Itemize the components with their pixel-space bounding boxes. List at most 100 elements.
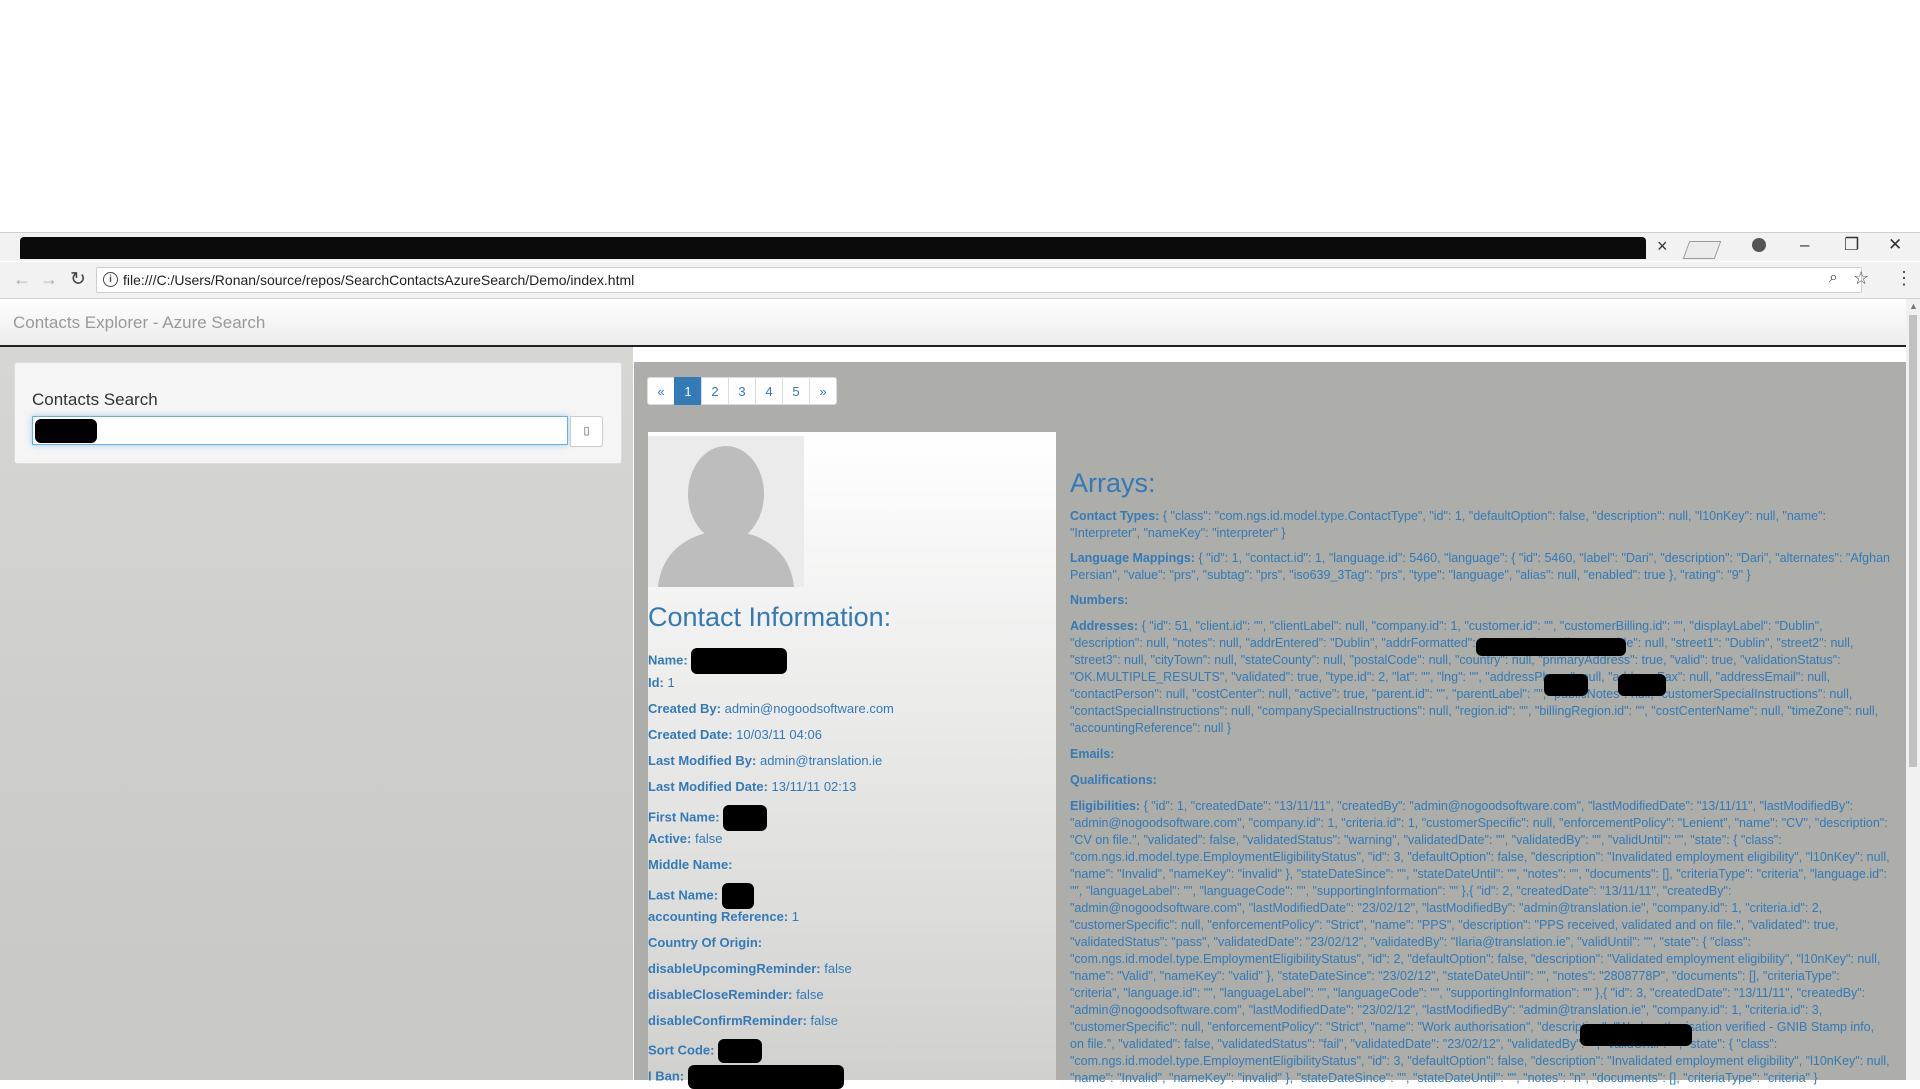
browser-tab-redacted[interactable] xyxy=(20,237,1646,259)
search-title: Contacts Search xyxy=(32,390,158,409)
field-label: First Name: xyxy=(648,809,720,825)
browser-tab-strip: × – ❐ ✕ xyxy=(0,232,1920,261)
field-label: Last Modified Date: xyxy=(648,779,768,794)
field-label: disableConfirmReminder: xyxy=(648,1013,807,1028)
field-value: false xyxy=(796,987,824,1002)
field-label: Country Of Origin: xyxy=(648,935,763,950)
field-value: 1 xyxy=(667,675,675,690)
results-area: «1 2 3 4 5» Contact Information: Name: Id: 1… xyxy=(634,362,1906,1089)
field-label: disableUpcomingReminder: xyxy=(648,961,821,976)
reload-icon[interactable]: ↻ xyxy=(70,268,86,291)
array-label: Eligibilities: xyxy=(1070,799,1141,813)
profile-icon[interactable] xyxy=(1752,238,1766,252)
scroll-up-icon[interactable]: ▲ xyxy=(1909,301,1918,311)
redacted-validated-by xyxy=(1580,1024,1692,1046)
field-label: Middle Name: xyxy=(648,857,733,872)
field-value: admin@translation.ie xyxy=(759,753,883,768)
person-silhouette-icon xyxy=(648,436,804,587)
navbar-brand[interactable]: Contacts Explorer - Azure Search xyxy=(13,313,265,333)
forward-arrow-icon[interactable]: → xyxy=(40,269,58,290)
zoom-icon[interactable]: ⌕ xyxy=(1829,269,1838,287)
field-disable-close-reminder: disableCloseReminder: false xyxy=(648,987,824,1002)
pagination-page[interactable]: 5 xyxy=(782,377,810,405)
url-text[interactable]: file:///C:/Users/Ronan/source/repos/Sear… xyxy=(123,272,634,288)
window-close-button[interactable]: ✕ xyxy=(1888,235,1902,255)
search-input[interactable] xyxy=(32,416,568,445)
redacted-value xyxy=(721,883,754,909)
minimize-button[interactable]: – xyxy=(1800,235,1809,255)
field-label: I Ban: xyxy=(648,1068,685,1084)
field-country-of-origin: Country Of Origin: xyxy=(648,935,762,950)
field-last-modified-by: Last Modified By: admin@translation.ie xyxy=(648,753,882,768)
field-first-name: First Name: xyxy=(648,805,768,831)
navbar: Contacts Explorer - Azure Search xyxy=(0,299,1906,347)
search-panel: Contacts Search ▯ xyxy=(14,362,622,464)
info-icon[interactable]: i xyxy=(103,272,118,287)
restore-button[interactable]: ❐ xyxy=(1844,235,1859,255)
browser-menu-icon[interactable]: ⋮ xyxy=(1895,268,1913,289)
qualifications-row: Qualifications: xyxy=(1070,772,1890,789)
array-value: { "class": "com.ngs.id.model.type.Contac… xyxy=(1070,509,1827,540)
field-label: Id: xyxy=(648,675,664,690)
redacted-value xyxy=(687,1065,844,1089)
search-icon: ▯ xyxy=(583,425,590,437)
array-value: { "id": 51, "client.id": "", "clientLabe… xyxy=(1070,619,1879,735)
field-iban: I Ban: xyxy=(648,1065,844,1089)
search-input-redacted-value xyxy=(35,419,97,443)
array-label: Numbers: xyxy=(1070,593,1129,607)
redacted-value xyxy=(691,648,788,674)
field-created-date: Created Date: 10/03/11 04:06 xyxy=(648,727,822,742)
new-tab-button[interactable] xyxy=(1682,241,1722,259)
field-label: Name: xyxy=(648,652,688,668)
redacted-lng xyxy=(1618,674,1666,696)
field-accounting-reference: accounting Reference: 1 xyxy=(648,909,799,924)
field-value: false xyxy=(694,831,723,846)
contact-types-row: Contact Types: { "class": "com.ngs.id.mo… xyxy=(1070,508,1890,542)
bookmark-star-icon[interactable]: ☆ xyxy=(1853,268,1869,289)
pagination-page[interactable]: 2 xyxy=(701,377,729,405)
field-id: Id: 1 xyxy=(648,675,675,690)
field-middle-name: Middle Name: xyxy=(648,857,733,872)
field-created-by: Created By: admin@nogoodsoftware.com xyxy=(648,701,894,716)
field-label: Last Modified By: xyxy=(648,753,757,768)
pagination-page[interactable]: 3 xyxy=(728,377,756,405)
addresses-row: Addresses: { "id": 51, "client.id": "", … xyxy=(1070,618,1890,737)
field-disable-upcoming-reminder: disableUpcomingReminder: false xyxy=(648,961,852,976)
back-arrow-icon[interactable]: ← xyxy=(13,269,31,290)
array-label: Qualifications: xyxy=(1070,773,1157,787)
pagination-page[interactable]: 1 xyxy=(674,377,702,405)
search-button[interactable]: ▯ xyxy=(570,416,603,447)
array-label: Contact Types: xyxy=(1070,509,1160,523)
address-bar[interactable]: i file:///C:/Users/Ronan/source/repos/Se… xyxy=(96,267,1869,293)
field-sort-code: Sort Code: xyxy=(648,1039,763,1063)
array-value: { "id": 1, "createdDate": "13/11/11", "c… xyxy=(1070,799,1890,1085)
field-name: Name: xyxy=(648,648,788,674)
page-scrollbar[interactable]: ▲ xyxy=(1906,299,1920,1080)
pagination-prev[interactable]: « xyxy=(647,377,675,405)
field-label: Created By: xyxy=(648,701,721,716)
field-value: 1 xyxy=(791,909,800,924)
contact-info-heading: Contact Information: xyxy=(648,602,892,632)
redacted-address xyxy=(1476,638,1626,656)
redacted-value xyxy=(723,805,768,831)
arrays-heading: Arrays: xyxy=(1070,468,1156,498)
scroll-thumb[interactable] xyxy=(1909,315,1917,767)
field-value: 10/03/11 04:06 xyxy=(736,727,822,742)
field-disable-confirm-reminder: disableConfirmReminder: false xyxy=(648,1013,838,1028)
pagination: «1 2 3 4 5» xyxy=(647,377,837,407)
numbers-row: Numbers: xyxy=(1070,592,1890,609)
array-label: Emails: xyxy=(1070,747,1115,761)
redacted-lat xyxy=(1544,674,1588,696)
field-label: disableCloseReminder: xyxy=(648,987,793,1002)
tab-close-icon[interactable]: × xyxy=(1657,236,1668,257)
emails-row: Emails: xyxy=(1070,746,1890,763)
field-label: Created Date: xyxy=(648,727,733,742)
field-last-name: Last Name: xyxy=(648,883,754,909)
field-active: Active: false xyxy=(648,831,722,846)
search-column: Contacts Search ▯ xyxy=(0,347,633,1080)
redacted-value xyxy=(718,1039,763,1063)
pagination-page[interactable]: 4 xyxy=(755,377,783,405)
pagination-next[interactable]: » xyxy=(809,377,837,405)
browser-toolbar: ← → ↻ i file:///C:/Users/Ronan/source/re… xyxy=(0,262,1920,299)
field-last-modified-date: Last Modified Date: 13/11/11 02:13 xyxy=(648,779,856,794)
